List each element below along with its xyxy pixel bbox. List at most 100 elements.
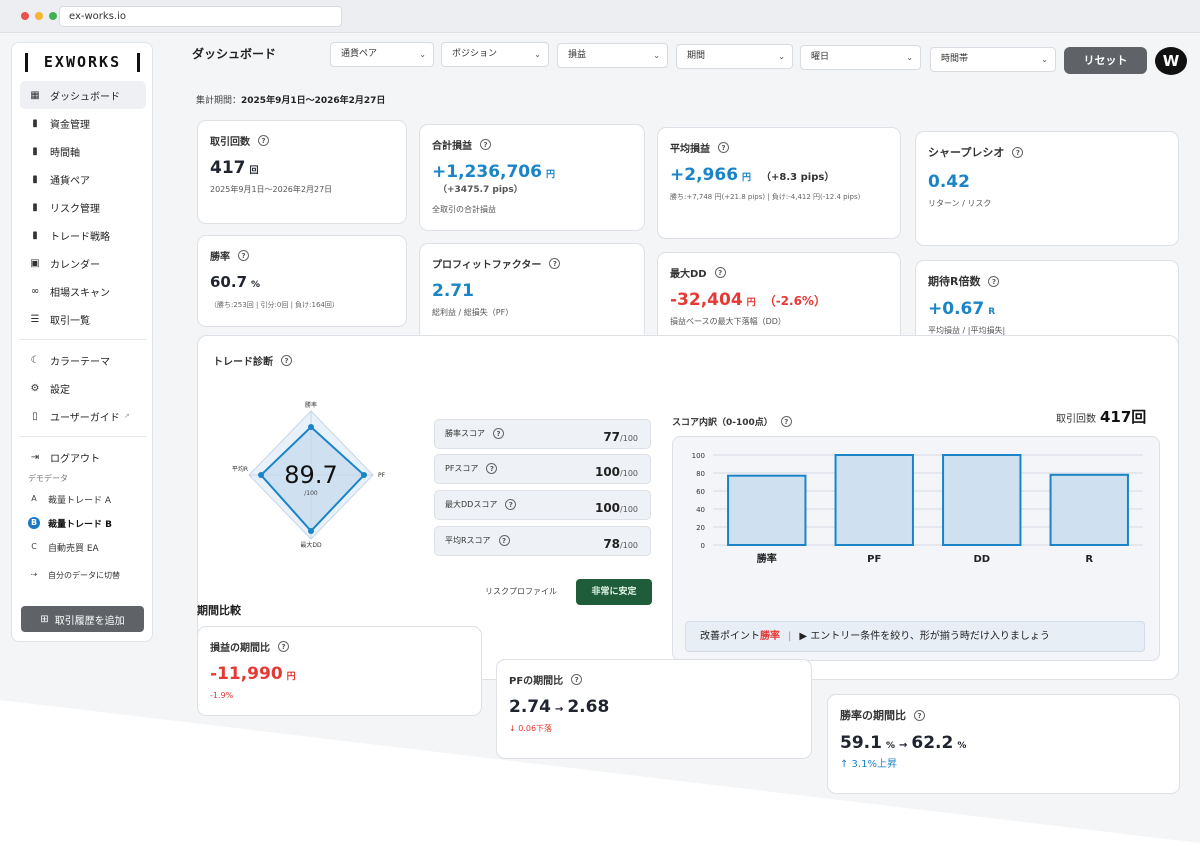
chevron-down-icon: ⌄ xyxy=(419,50,426,59)
compare-value: -11,990 xyxy=(210,664,283,684)
help-icon[interactable]: ? xyxy=(278,641,289,652)
sidebar-item-label: 資金管理 xyxy=(50,119,90,131)
page-title: ダッシュボード xyxy=(192,47,277,61)
sidebar-item[interactable]: ⚙ 設定 xyxy=(20,374,146,402)
filter-select[interactable]: ポジション ⌄ xyxy=(441,42,549,67)
compare-unit: % xyxy=(885,741,895,751)
compare-unit: % xyxy=(957,741,967,751)
url-bar[interactable]: ex-works.io xyxy=(59,6,342,27)
demo-data-item[interactable]: C 自動売買 EA xyxy=(20,535,146,559)
x-tick-label: R xyxy=(1085,554,1093,565)
help-icon[interactable]: ? xyxy=(281,355,292,366)
sidebar-item[interactable]: ▣ カレンダー xyxy=(20,249,146,277)
help-icon[interactable]: ? xyxy=(505,499,517,510)
minimize-icon[interactable] xyxy=(35,12,43,20)
improve-highlight: 勝率 xyxy=(760,631,780,642)
help-icon[interactable]: ? xyxy=(718,142,729,153)
help-icon[interactable]: ? xyxy=(549,258,561,269)
kpi-value: +2,966 xyxy=(670,165,739,185)
filter-select[interactable]: 損益 ⌄ xyxy=(557,43,668,68)
sidebar-item[interactable]: ☰ 取引一覧 xyxy=(20,305,146,333)
help-icon[interactable]: ? xyxy=(493,428,504,439)
score-row: 平均Rスコア? 78/100 xyxy=(434,526,651,556)
compare-title: 勝率の期間比 xyxy=(840,709,906,722)
sidebar-item[interactable]: ▮ 資金管理 xyxy=(20,109,146,137)
x-tick-label: 勝率 xyxy=(757,552,777,565)
compare-card-pf: PFの期間比? 2.74 → 2.68 ↓ 0.06下落 xyxy=(496,659,812,759)
help-icon[interactable]: ? xyxy=(1012,146,1024,158)
help-icon[interactable]: ? xyxy=(714,267,726,278)
y-tick-label: 100 xyxy=(692,452,705,460)
kpi-card-winrate: 勝率? 60.7% （勝ち:253回 | 引分:0回 | 負け:164回） xyxy=(197,235,407,327)
sidebar-item[interactable]: ▯ ユーザーガイド ↗ xyxy=(20,402,146,430)
bar-chart: 0 20 40 60 80 100 勝率 PF DD R xyxy=(692,452,1143,565)
chevron-down-icon: ⌄ xyxy=(906,53,913,62)
demo-data-item[interactable]: A 裁量トレード A xyxy=(20,487,146,511)
filter-select[interactable]: 曜日 ⌄ xyxy=(800,45,921,70)
sidebar-item[interactable]: ▮ トレード戦略 xyxy=(20,221,146,249)
risk-profile-badge: 非常に安定 xyxy=(576,579,652,605)
filter-select[interactable]: 通貨ペア ⌄ xyxy=(330,42,434,67)
y-tick-label: 0 xyxy=(701,542,705,550)
kpi-title: 最大DD xyxy=(670,269,707,280)
period-label: 集計期間： xyxy=(196,96,242,106)
sidebar-item[interactable]: ▮ 通貨ペア xyxy=(20,165,146,193)
switch-data-label: 自分のデータに切替 xyxy=(48,570,120,580)
y-tick-label: 20 xyxy=(696,524,705,532)
help-icon[interactable]: ? xyxy=(780,416,792,427)
sidebar-item-label: 時間軸 xyxy=(50,147,80,159)
reset-button[interactable]: リセット xyxy=(1064,47,1147,74)
logout-button[interactable]: ⇥ ログアウト xyxy=(20,443,146,471)
kpi-sub: 総利益 / 総損失（PF） xyxy=(432,308,514,317)
kpi-value: 2.71 xyxy=(432,281,474,301)
demo-data-item[interactable]: B 裁量トレード B xyxy=(20,511,146,535)
period-compare-title: 期間比較 xyxy=(197,604,241,617)
maximize-icon[interactable] xyxy=(49,12,57,20)
sidebar-item[interactable]: ☾ カラーテーマ xyxy=(20,346,146,374)
score-value: 78 xyxy=(603,537,621,551)
sidebar-item-label: 相場スキャン xyxy=(50,287,110,299)
kpi-title: 平均損益 xyxy=(670,144,710,155)
sidebar-item-label: リスク管理 xyxy=(50,203,100,215)
help-icon[interactable]: ? xyxy=(571,674,583,685)
filter-select[interactable]: 期間 ⌄ xyxy=(676,44,793,69)
score-label: PFスコア xyxy=(445,464,479,473)
add-history-label: 取引履歴を追加 xyxy=(54,615,125,627)
kpi-sub: （勝ち:253回 | 引分:0回 | 負け:164回） xyxy=(210,301,339,309)
help-icon[interactable]: ? xyxy=(486,463,498,474)
help-icon[interactable]: ? xyxy=(988,275,1000,287)
browser-titlebar: ex-works.io xyxy=(0,0,1200,33)
kpi-title: プロフィットファクター xyxy=(432,260,542,271)
sidebar-item-label: 設定 xyxy=(50,384,70,396)
kpi-unit: 円 xyxy=(545,170,555,180)
avatar[interactable]: W xyxy=(1155,47,1187,75)
sidebar-item[interactable]: ▦ ダッシュボード xyxy=(20,81,146,109)
add-history-button[interactable]: ⊞ 取引履歴を追加 xyxy=(21,606,144,632)
help-icon[interactable]: ? xyxy=(480,139,491,150)
kpi-card-total-pl: 合計損益? +1,236,706 円 （+3475.7 pips） 全取引の合計損… xyxy=(419,124,645,231)
sidebar-item[interactable]: ∞ 相場スキャン xyxy=(20,277,146,305)
help-icon[interactable]: ? xyxy=(498,535,510,546)
demo-item-label: 裁量トレード B xyxy=(48,519,112,530)
filter-label: 損益 xyxy=(568,50,587,60)
help-icon[interactable]: ? xyxy=(258,135,269,146)
kpi-card-trades: 取引回数? 417 回 2025年9月1日〜2026年2月27日 xyxy=(197,120,407,224)
sidebar-item[interactable]: ▮ リスク管理 xyxy=(20,193,146,221)
chevron-down-icon: ⌄ xyxy=(653,51,660,60)
score-row: PFスコア? 100/100 xyxy=(434,454,651,484)
sidebar-item[interactable]: ▮ 時間軸 xyxy=(20,137,146,165)
compare-title: 損益の期間比 xyxy=(210,643,270,654)
switch-data-button[interactable]: ⇢ 自分のデータに切替 xyxy=(20,563,146,587)
score-value: 77 xyxy=(603,430,621,444)
kpi-sub: 損益ベースの最大下落幅（DD） xyxy=(670,317,786,326)
help-icon[interactable]: ? xyxy=(914,709,925,721)
kpi-pct: （-2.6%） xyxy=(763,294,826,308)
close-icon[interactable] xyxy=(21,12,29,20)
help-icon[interactable]: ? xyxy=(238,250,249,261)
compare-card-winrate: 勝率の期間比? 59.1% → 62.2% ↑ 3.1%上昇 xyxy=(827,694,1180,794)
demo-item-label: 裁量トレード A xyxy=(48,495,112,506)
sidebar-item-label: 通貨ペア xyxy=(50,175,90,187)
demo-item-label: 自動売買 EA xyxy=(48,543,99,554)
demo-badge: B xyxy=(28,517,40,529)
filter-select[interactable]: 時間帯 ⌄ xyxy=(930,47,1056,72)
